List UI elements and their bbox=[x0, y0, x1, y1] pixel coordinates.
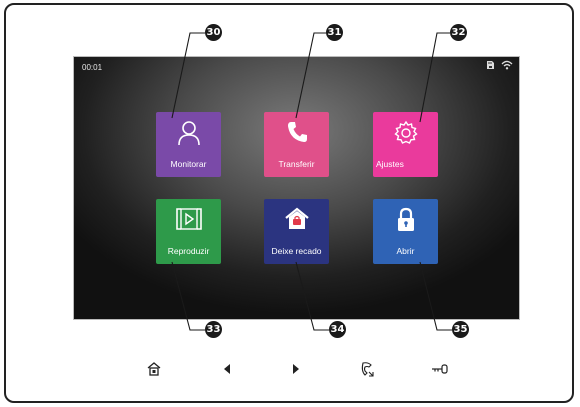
callout-35: 35 bbox=[452, 321, 469, 338]
key-icon[interactable] bbox=[431, 361, 449, 377]
left-arrow-icon[interactable] bbox=[218, 361, 236, 377]
leader-line-34 bbox=[295, 261, 329, 331]
callout-32: 32 bbox=[450, 24, 467, 41]
call-icon[interactable] bbox=[358, 361, 376, 377]
callout-lines bbox=[171, 32, 452, 331]
callout-30: 30 bbox=[205, 24, 222, 41]
leader-line-35 bbox=[419, 261, 452, 331]
home-icon[interactable] bbox=[145, 361, 163, 377]
right-arrow-icon[interactable] bbox=[287, 361, 305, 377]
callout-34: 34 bbox=[329, 321, 346, 338]
leader-line-32 bbox=[419, 32, 450, 123]
leader-line-30 bbox=[171, 32, 205, 119]
leader-line-33 bbox=[171, 261, 205, 331]
callout-31: 31 bbox=[326, 24, 343, 41]
callout-33: 33 bbox=[205, 321, 222, 338]
leader-line-31 bbox=[295, 32, 326, 119]
